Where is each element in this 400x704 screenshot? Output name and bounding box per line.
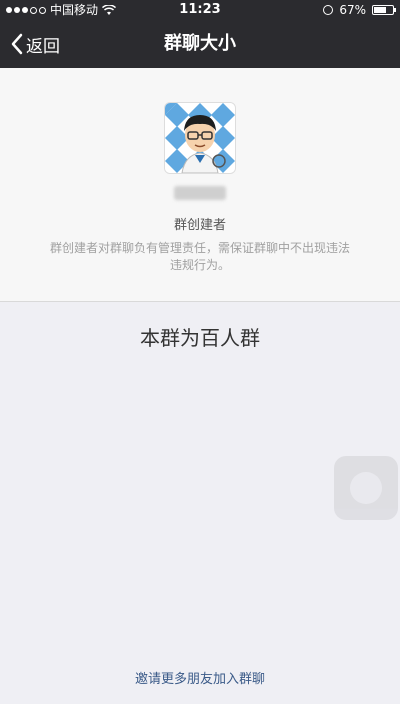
back-label: 返回 bbox=[26, 36, 60, 57]
battery-percent: 67% bbox=[339, 3, 366, 17]
assistive-touch-icon bbox=[350, 472, 382, 504]
avatar-image bbox=[165, 103, 235, 173]
battery-fill bbox=[374, 7, 386, 13]
avatar[interactable] bbox=[164, 102, 236, 174]
creator-card: 群创建者 群创建者对群聊负有管理责任，需保证群聊中不出现违法违规行为。 bbox=[0, 68, 400, 302]
chevron-left-icon bbox=[11, 33, 23, 55]
status-right: 67% bbox=[323, 0, 396, 20]
rotation-lock-icon bbox=[323, 5, 334, 15]
group-size-text: 本群为百人群 bbox=[140, 326, 260, 350]
battery-icon bbox=[372, 5, 396, 15]
page-title: 群聊大小 bbox=[164, 33, 236, 54]
creator-role-label: 群创建者 bbox=[173, 218, 226, 233]
top-bar: 中国移动 11:23 67% 返回 群聊大小 bbox=[0, 0, 400, 68]
creator-description: 群创建者对群聊负有管理责任，需保证群聊中不出现违法违规行为。 bbox=[50, 241, 351, 272]
back-button[interactable]: 返回 bbox=[10, 20, 60, 68]
nav-bar: 返回 群聊大小 bbox=[0, 20, 400, 68]
status-bar: 中国移动 11:23 67% bbox=[0, 0, 400, 20]
creator-name-blurred bbox=[174, 186, 226, 200]
assistive-touch-button[interactable] bbox=[334, 456, 398, 520]
invite-friends-link[interactable]: 邀请更多朋友加入群聊 bbox=[0, 668, 400, 687]
